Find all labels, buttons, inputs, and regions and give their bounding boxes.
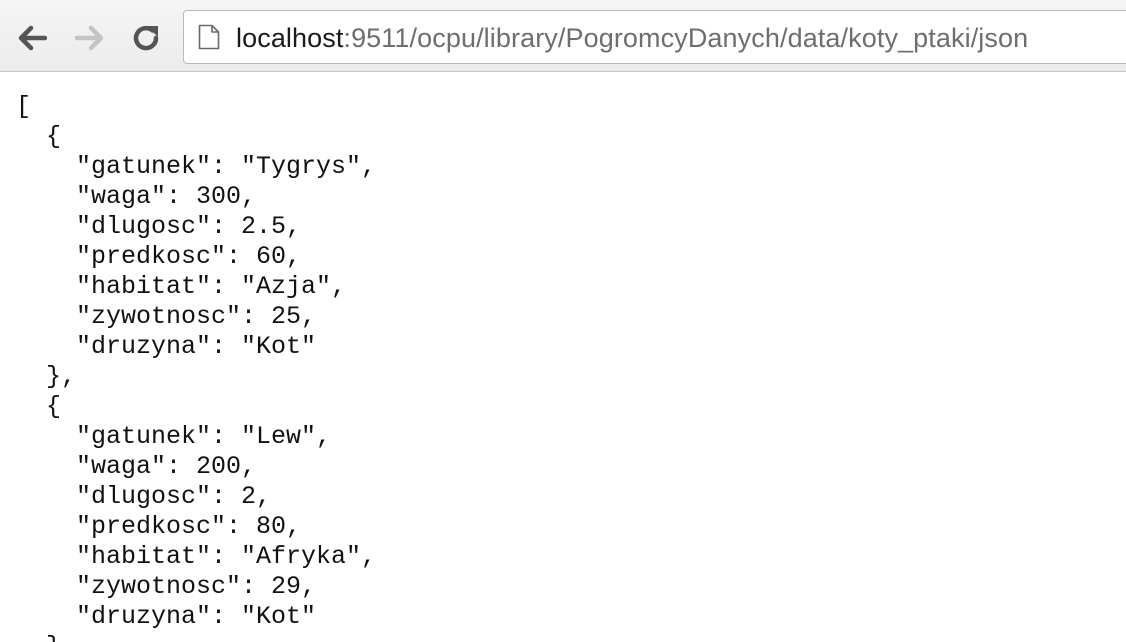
json-line: { — [16, 122, 62, 151]
json-line: "gatunek": "Tygrys", — [16, 152, 377, 181]
json-line: "druzyna": "Kot" — [16, 332, 317, 361]
json-line: "habitat": "Afryka", — [16, 542, 377, 571]
document-icon — [198, 24, 220, 50]
forward-button[interactable] — [70, 18, 110, 58]
json-line: "druzyna": "Kot" — [16, 602, 317, 631]
json-line: "predkosc": 60, — [16, 242, 302, 271]
arrow-right-icon — [75, 25, 104, 51]
json-line: }, — [16, 632, 76, 642]
json-text: [ { "gatunek": "Tygrys", "waga": 300, "d… — [16, 92, 376, 642]
json-line: "dlugosc": 2, — [16, 482, 272, 511]
json-line: "habitat": "Azja", — [16, 272, 347, 301]
page-content: [ { "gatunek": "Tygrys", "waga": 300, "d… — [0, 72, 1126, 642]
json-line: "waga": 200, — [16, 452, 257, 481]
address-bar[interactable]: localhost:9511/ocpu/library/PogromcyDany… — [183, 10, 1126, 64]
arrow-left-icon — [18, 25, 47, 51]
url-path: :9511/ocpu/library/PogromcyDanych/data/k… — [343, 23, 1029, 53]
json-line: "waga": 300, — [16, 182, 257, 211]
url-host: localhost — [236, 23, 344, 53]
back-button[interactable] — [12, 18, 52, 58]
url-text[interactable]: localhost:9511/ocpu/library/PogromcyDany… — [236, 22, 1028, 54]
json-line: "zywotnosc": 29, — [16, 572, 317, 601]
reload-button[interactable] — [126, 18, 166, 58]
reload-icon — [133, 25, 159, 51]
json-line: "gatunek": "Lew", — [16, 422, 332, 451]
json-line: { — [16, 392, 62, 421]
browser-toolbar: localhost:9511/ocpu/library/PogromcyDany… — [0, 0, 1126, 72]
json-line: [ — [16, 92, 32, 121]
json-line: "zywotnosc": 25, — [16, 302, 317, 331]
json-line: "predkosc": 80, — [16, 512, 302, 541]
json-line: }, — [16, 362, 77, 391]
json-line: "dlugosc": 2.5, — [16, 212, 302, 241]
